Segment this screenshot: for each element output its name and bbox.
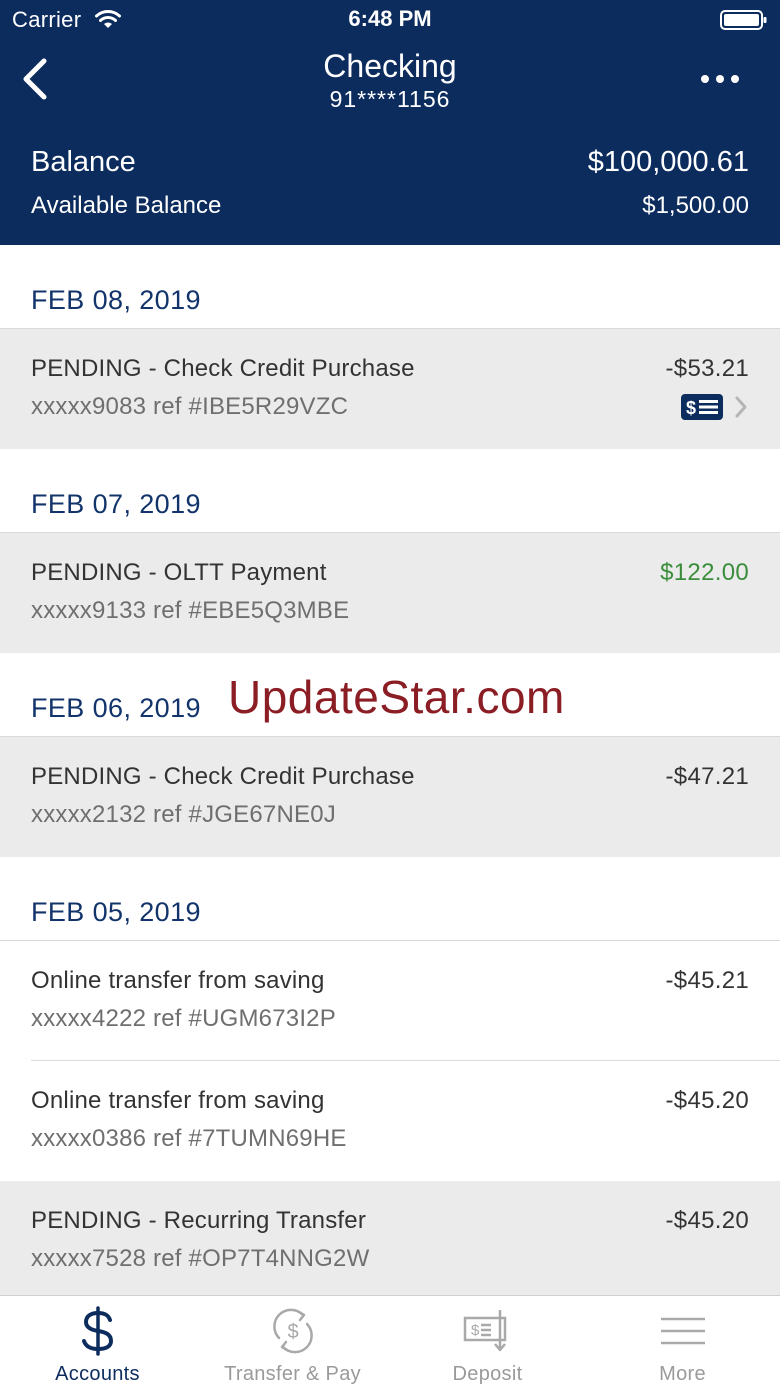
transaction-row[interactable]: PENDING - Recurring Transfer xxxxx7528 r… (0, 1181, 780, 1295)
transaction-list[interactable]: FEB 08, 2019 PENDING - Check Credit Purc… (0, 245, 780, 1295)
transaction-description: PENDING - Check Credit Purchase (31, 355, 415, 382)
transaction-reference: xxxxx9083 ref #IBE5R29VZC (31, 393, 349, 420)
tab-label: Transfer & Pay (224, 1363, 361, 1385)
more-options-icon[interactable] (700, 70, 740, 88)
tab-label: Accounts (55, 1363, 140, 1385)
transaction-amount: -$45.21 (665, 967, 749, 994)
chevron-right-icon[interactable] (733, 394, 749, 420)
available-balance-value: $1,500.00 (642, 192, 749, 219)
transaction-description: Online transfer from saving (31, 1087, 325, 1114)
date-label: FEB 05, 2019 (31, 897, 201, 927)
transaction-amount: -$47.21 (665, 763, 749, 790)
svg-text:$: $ (287, 1321, 298, 1343)
date-header: FEB 08, 2019 (0, 245, 780, 329)
deposit-check-icon: $ (463, 1310, 506, 1352)
tab-more[interactable]: More (585, 1296, 780, 1387)
transaction-row[interactable]: Online transfer from saving xxxxx0386 re… (0, 1061, 780, 1181)
date-label: FEB 06, 2019 (31, 693, 201, 723)
battery-icon (720, 10, 767, 30)
dollar-icon (81, 1306, 113, 1356)
transaction-reference: xxxxx0386 ref #7TUMN69HE (31, 1125, 347, 1152)
balance-label: Balance (31, 146, 136, 178)
transaction-reference: xxxxx7528 ref #OP7T4NNG2W (31, 1245, 370, 1272)
status-time: 6:48 PM (348, 6, 432, 31)
transaction-amount: -$45.20 (665, 1087, 749, 1114)
available-balance-label: Available Balance (31, 192, 222, 219)
svg-text:$: $ (686, 398, 696, 418)
date-header: FEB 05, 2019 (0, 857, 780, 941)
transaction-description: PENDING - OLTT Payment (31, 559, 327, 586)
transaction-row[interactable]: PENDING - OLTT Payment xxxxx9133 ref #EB… (0, 533, 780, 653)
balance-value: $100,000.61 (587, 146, 749, 178)
transfer-pay-icon: $ (272, 1308, 313, 1354)
transaction-row[interactable]: PENDING - Check Credit Purchase xxxxx213… (0, 737, 780, 857)
date-header: FEB 07, 2019 (0, 449, 780, 533)
transaction-description: PENDING - Check Credit Purchase (31, 763, 415, 790)
tab-transfer-pay[interactable]: $ Transfer & Pay (195, 1296, 390, 1387)
tab-label: More (659, 1363, 706, 1385)
transaction-description: PENDING - Recurring Transfer (31, 1207, 367, 1234)
check-image-icon[interactable]: $ (681, 394, 723, 420)
transaction-reference: xxxxx4222 ref #UGM673I2P (31, 1005, 336, 1032)
transaction-description: Online transfer from saving (31, 967, 325, 994)
tab-label: Deposit (452, 1363, 523, 1385)
account-number: 91****1156 (329, 86, 451, 112)
transaction-reference: xxxxx2132 ref #JGE67NE0J (31, 801, 336, 828)
svg-text:$: $ (471, 1322, 480, 1339)
transaction-reference: xxxxx9133 ref #EBE5Q3MBE (31, 597, 350, 624)
watermark: UpdateStar.com (228, 671, 565, 723)
transaction-row[interactable]: PENDING - Check Credit Purchase xxxxx908… (0, 329, 780, 449)
transaction-row[interactable]: Online transfer from saving xxxxx4222 re… (0, 941, 780, 1061)
hamburger-menu-icon (660, 1317, 705, 1345)
transaction-amount: -$53.21 (665, 355, 749, 382)
page-title: Checking (323, 48, 457, 84)
date-label: FEB 08, 2019 (31, 285, 201, 315)
account-header: Carrier 6:48 PM Checking 91****1156 Bala… (0, 0, 780, 245)
tab-bar: Accounts $ Transfer & Pay $ Deposit More (0, 1295, 780, 1387)
transaction-amount: $122.00 (660, 559, 749, 586)
tab-accounts[interactable]: Accounts (0, 1296, 195, 1387)
status-bar: Carrier 6:48 PM (0, 0, 780, 40)
tab-deposit[interactable]: $ Deposit (390, 1296, 585, 1387)
date-label: FEB 07, 2019 (31, 489, 201, 519)
transaction-amount: -$45.20 (665, 1207, 749, 1234)
